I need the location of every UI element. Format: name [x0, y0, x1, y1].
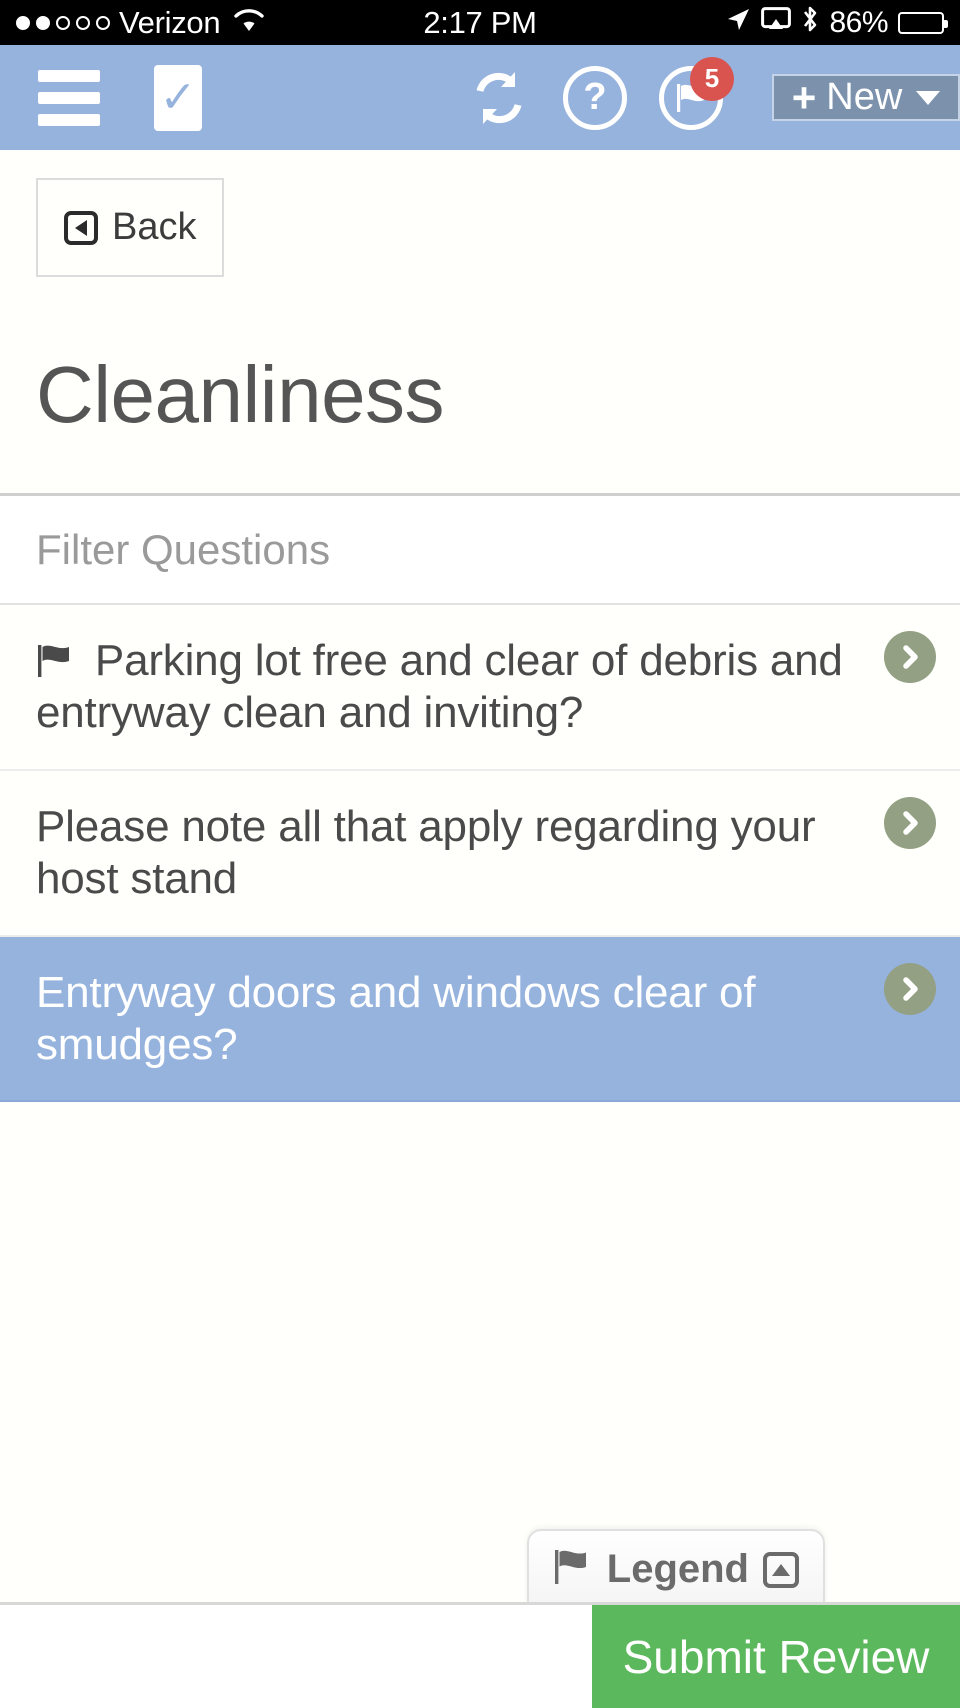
battery-percent-label: 86% — [829, 5, 888, 39]
chevron-right-circle-icon[interactable] — [884, 962, 936, 1015]
question-row-1-text: Parking lot free and clear of debris and… — [36, 635, 868, 739]
chevron-right-circle-icon[interactable] — [884, 631, 936, 683]
logo-check-glyph: ✓ — [159, 72, 197, 122]
question-row-3[interactable]: Entryway doors and windows clear of smud… — [0, 936, 960, 1103]
question-row-1[interactable]: Parking lot free and clear of debris and… — [0, 605, 960, 771]
question-row-3-label: Entryway doors and windows clear of smud… — [36, 967, 756, 1069]
sync-refresh-icon[interactable] — [466, 65, 532, 131]
signal-dot-4 — [76, 15, 90, 30]
questions-list: Parking lot free and clear of debris and… — [0, 605, 960, 1103]
chevron-down-icon — [916, 90, 941, 105]
help-question-icon: ? — [563, 65, 627, 130]
legend-toggle-button[interactable]: Legend — [526, 1529, 825, 1610]
ios-status-bar: Verizon 2:17 PM 86% — [0, 0, 960, 45]
chevron-right-circle-icon[interactable] — [884, 796, 936, 849]
page-title: Cleanliness — [36, 350, 445, 439]
bluetooth-icon — [801, 5, 819, 41]
location-arrow-icon — [725, 5, 751, 41]
back-arrow-box-icon — [64, 210, 98, 245]
triangle-up-box-icon — [763, 1551, 799, 1588]
header-left-group: ✓ — [0, 45, 202, 150]
flag-notifications-button[interactable]: 5 — [658, 56, 734, 131]
filter-questions-input[interactable] — [0, 496, 960, 603]
question-row-2-label: Please note all that apply regarding you… — [36, 801, 816, 903]
app-header: ✓ ? 5 + New — [0, 45, 960, 150]
submit-review-button[interactable]: Submit Review — [592, 1605, 960, 1708]
battery-icon — [898, 11, 948, 34]
signal-dot-1 — [16, 15, 30, 30]
signal-dot-3 — [56, 15, 70, 30]
new-button[interactable]: + New — [772, 74, 960, 121]
question-row-1-label: Parking lot free and clear of debris and… — [36, 636, 843, 737]
help-glyph: ? — [583, 76, 607, 118]
back-button-label: Back — [112, 206, 197, 248]
legend-label: Legend — [606, 1547, 749, 1591]
hamburger-menu-icon[interactable] — [38, 69, 100, 126]
question-row-2[interactable]: Please note all that apply regarding you… — [0, 771, 960, 937]
header-right-group: ? 5 + New — [466, 45, 960, 150]
wifi-icon — [233, 5, 265, 41]
carrier-name: Verizon — [119, 4, 221, 40]
footer-bar: Submit Review — [0, 1602, 960, 1708]
signal-strength-dots — [16, 15, 110, 30]
status-bar-right: 86% — [725, 5, 948, 41]
status-bar-left: Verizon — [16, 5, 265, 41]
back-button-container: Back — [0, 150, 960, 277]
signal-dot-5 — [96, 15, 110, 30]
page-content: Back Cleanliness Parking lot free and cl… — [0, 150, 960, 1708]
flag-badge-count: 5 — [690, 56, 734, 101]
filter-questions-container — [0, 493, 960, 605]
flag-icon — [36, 640, 89, 684]
help-button[interactable]: ? — [562, 65, 628, 131]
signal-dot-2 — [36, 15, 50, 30]
flag-icon — [553, 1548, 593, 1592]
airplay-icon — [761, 5, 792, 41]
back-button[interactable]: Back — [36, 178, 225, 277]
new-button-label: New — [826, 76, 903, 118]
clipboard-check-logo[interactable]: ✓ — [154, 64, 202, 131]
new-plus-icon: + — [791, 73, 817, 121]
